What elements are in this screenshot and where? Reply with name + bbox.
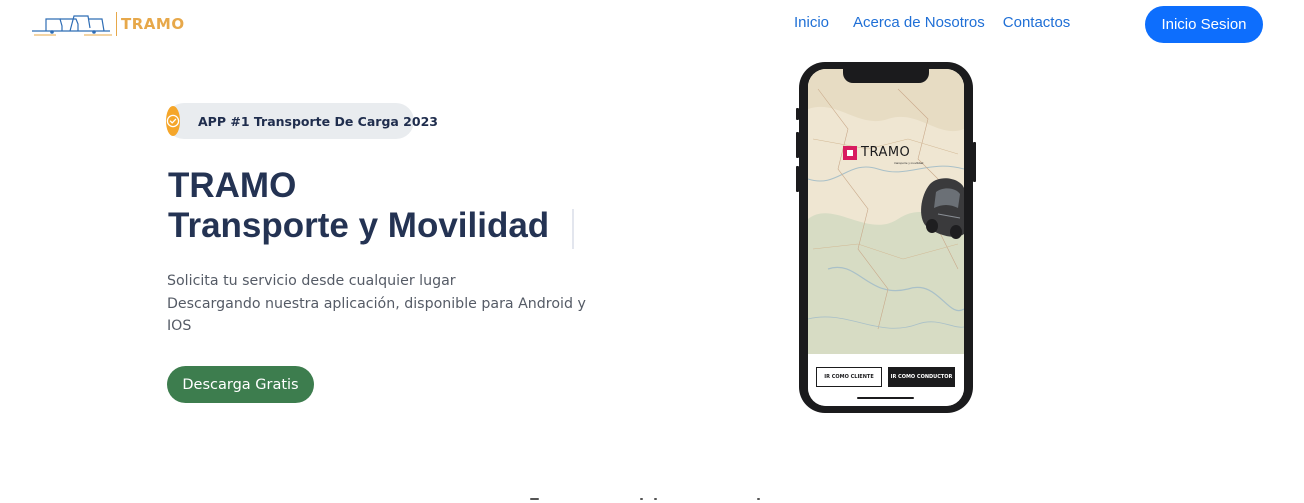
glyph-fragment: [640, 498, 643, 500]
hero-title-line1: TRAMO: [168, 166, 297, 205]
phone-screen: TRAMO transporte y movilidad IR COMO CLI…: [808, 69, 964, 406]
login-button[interactable]: Inicio Sesion: [1145, 6, 1263, 43]
hero-title-line2: Transporte y Movilidad: [168, 206, 550, 245]
hero-description: Solicita tu servicio desde cualquier lug…: [167, 270, 627, 338]
phone-mockup: TRAMO transporte y movilidad IR COMO CLI…: [796, 62, 976, 413]
navbar: TRAMO Inicio Acerca de Nosotros Contacto…: [0, 0, 1304, 48]
hero-description-line3: IOS: [167, 318, 192, 334]
hero-title: TRAMO Transporte y Movilidad: [168, 166, 549, 246]
nav-link-inicio[interactable]: Inicio: [794, 14, 829, 31]
hero-description-line1: Solicita tu servicio desde cualquier lug…: [167, 273, 456, 289]
check-circle-icon: [166, 106, 180, 136]
next-section-heading-fragment: [530, 494, 770, 503]
glyph-fragment: [757, 498, 760, 500]
phone-bottom-panel: IR COMO CLIENTE IR COMO CONDUCTOR: [808, 354, 964, 406]
go-as-client-button[interactable]: IR COMO CLIENTE: [816, 367, 882, 387]
app-logo-subtitle: transporte y movilidad: [894, 161, 924, 165]
phone-side-button: [796, 132, 799, 158]
phone-side-button: [973, 142, 976, 182]
badge-text: APP #1 Transporte De Carga 2023: [198, 113, 438, 129]
phone-notch: [843, 69, 929, 83]
app-logo-icon: [843, 145, 857, 160]
site-logo[interactable]: TRAMO: [30, 8, 185, 40]
phone-side-button: [796, 166, 799, 192]
phone-side-button: [796, 108, 799, 120]
home-indicator: [857, 397, 914, 399]
nav-link-contactos[interactable]: Contactos: [1003, 14, 1071, 31]
logo-divider: [116, 12, 117, 36]
hero-description-line2: Descargando nuestra aplicación, disponib…: [167, 295, 586, 312]
truck-logo-icon: [32, 15, 112, 36]
typing-cursor: [572, 209, 574, 249]
app-logo: TRAMO: [843, 145, 910, 160]
nav-link-acerca[interactable]: Acerca de Nosotros: [853, 14, 985, 31]
download-button[interactable]: Descarga Gratis: [167, 366, 314, 403]
app-logo-text: TRAMO: [861, 145, 911, 160]
main-nav: Inicio Acerca de Nosotros Contactos: [794, 14, 1070, 31]
glyph-fragment: [654, 498, 657, 500]
go-as-driver-button[interactable]: IR COMO CONDUCTOR: [888, 367, 955, 387]
glyph-fragment: [530, 498, 539, 500]
toy-car-image: [921, 178, 964, 239]
award-badge: APP #1 Transporte De Carga 2023: [166, 103, 438, 139]
logo-text: TRAMO: [121, 15, 185, 33]
